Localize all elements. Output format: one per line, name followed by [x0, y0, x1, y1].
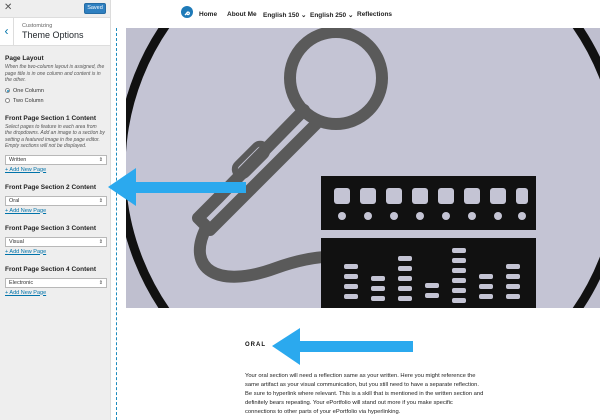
- customizer-topbar: ✕ Saved: [0, 0, 110, 18]
- radio-unchecked-icon[interactable]: [5, 98, 10, 103]
- page-layout-description: When the two-column layout is assigned, …: [5, 64, 105, 83]
- nav-item-english-150[interactable]: English 150 ⌄: [263, 11, 306, 19]
- site-preview: Home About Me English 150 ⌄ English 250 …: [111, 0, 600, 420]
- back-chevron-icon[interactable]: ‹: [0, 18, 14, 46]
- panel-header: ‹ Customizing Theme Options: [0, 18, 110, 46]
- nav-item-about-me[interactable]: About Me: [227, 11, 257, 18]
- section-2-select[interactable]: Oral ⇕: [5, 195, 107, 206]
- edit-guide-line: [116, 28, 117, 420]
- section-1-title: Front Page Section 1 Content: [5, 114, 97, 122]
- section-3-select[interactable]: Visual ⇕: [5, 236, 107, 247]
- close-icon[interactable]: ✕: [4, 3, 12, 13]
- section-4-add-page-link[interactable]: + Add New Page: [5, 290, 105, 296]
- nav-item-reflections[interactable]: Reflections: [357, 11, 392, 18]
- dropdown-arrow-icon: ⇕: [98, 238, 103, 245]
- site-nav: Home About Me English 150 ⌄ English 250 …: [111, 0, 600, 28]
- nav-label: English 150: [263, 12, 300, 19]
- radio-checked-icon[interactable]: [5, 88, 10, 93]
- hero-image: [126, 28, 600, 308]
- nav-item-home[interactable]: Home: [199, 11, 217, 18]
- section-heading: ORAL: [245, 342, 266, 348]
- section-3-title: Front Page Section 3 Content: [5, 224, 97, 232]
- select-value: Oral: [9, 197, 20, 204]
- save-button[interactable]: Saved: [84, 3, 106, 14]
- radio-label: Two Column: [13, 97, 44, 104]
- section-4-select[interactable]: Electronic ⇕: [5, 277, 107, 288]
- radio-label: One Column: [13, 87, 44, 94]
- microphone-soundboard-icon: [126, 28, 600, 308]
- site-logo-icon[interactable]: [181, 6, 193, 18]
- section-body-text: Your oral section will need a reflection…: [245, 373, 484, 415]
- select-value: Written: [9, 156, 27, 163]
- select-value: Electronic: [9, 279, 34, 286]
- section-1-description: Select pages to feature in each area fro…: [5, 123, 105, 150]
- section-1-select[interactable]: Written ⇕: [5, 154, 107, 165]
- nav-item-english-250[interactable]: English 250 ⌄: [310, 11, 353, 19]
- section-2-title: Front Page Section 2 Content: [5, 183, 97, 191]
- dropdown-arrow-icon: ⇕: [98, 197, 103, 204]
- panel-title: Theme Options: [22, 30, 84, 40]
- radio-one-column[interactable]: One Column: [5, 88, 105, 94]
- chevron-down-icon: ⌄: [347, 12, 354, 19]
- customizer-sidebar: ✕ Saved ‹ Customizing Theme Options Page…: [0, 0, 111, 420]
- dropdown-arrow-icon: ⇕: [98, 279, 103, 286]
- select-value: Visual: [9, 238, 24, 245]
- dropdown-arrow-icon: ⇕: [98, 156, 103, 163]
- page-layout-title: Page Layout: [5, 55, 44, 62]
- section-4-title: Front Page Section 4 Content: [5, 265, 97, 273]
- nav-label: English 250: [310, 12, 347, 19]
- breadcrumb: Customizing: [22, 23, 53, 29]
- chevron-down-icon: ⌄: [300, 12, 307, 19]
- controls-list: Page Layout When the two-column layout i…: [0, 46, 110, 296]
